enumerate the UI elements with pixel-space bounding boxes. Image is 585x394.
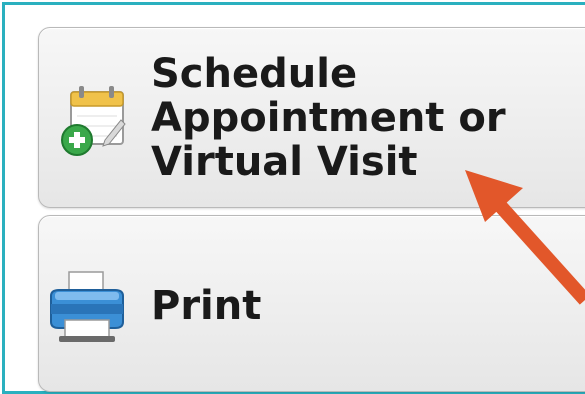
calendar-add-icon	[57, 80, 127, 156]
print-label: Print	[151, 283, 262, 329]
annotation-arrow	[465, 170, 585, 305]
printer-icon	[45, 266, 127, 346]
